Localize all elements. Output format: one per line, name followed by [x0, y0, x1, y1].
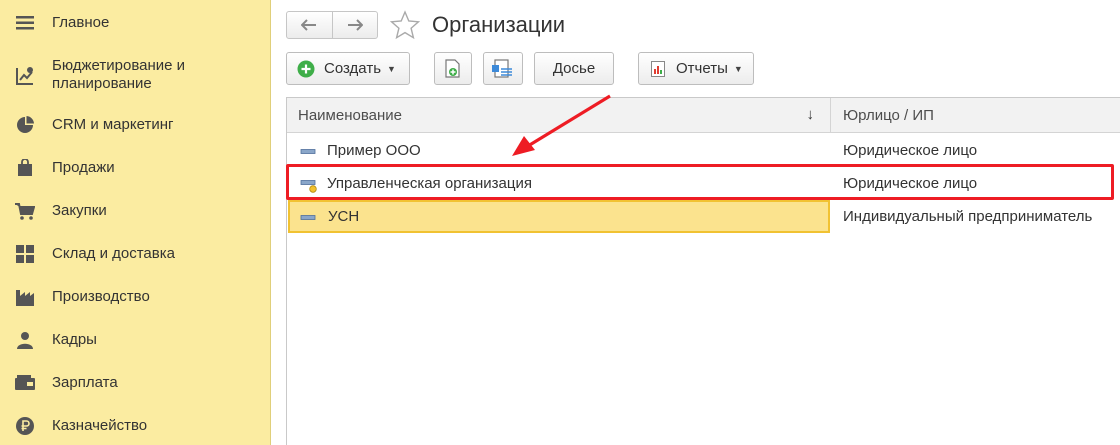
- sidebar-item-label: CRM и маркетинг: [52, 116, 174, 133]
- column-header-label: Юрлицо / ИП: [843, 107, 934, 124]
- report-icon: [651, 60, 665, 77]
- list-settings-button[interactable]: [483, 52, 523, 85]
- forward-button[interactable]: [331, 12, 377, 38]
- history-nav: [286, 11, 378, 39]
- sidebar-item-label: Бюджетирование и планирование: [52, 57, 186, 92]
- dropdown-caret-icon: ▼: [387, 63, 396, 74]
- menu-lines-icon: [15, 13, 35, 33]
- sidebar-item-payroll[interactable]: Зарплата: [0, 372, 270, 394]
- organizations-table: Наименование ↓ Юрлицо / ИП Пример ООО Юр…: [286, 97, 1120, 445]
- sidebar: Главное Бюджетирование и планирование CR…: [0, 0, 271, 445]
- plus-circle-icon: [297, 60, 315, 77]
- sidebar-item-sales[interactable]: Продажи: [0, 157, 270, 179]
- ruble-coin-icon: [15, 416, 35, 436]
- sidebar-item-main[interactable]: Главное: [0, 12, 270, 34]
- budget-chart-icon: [15, 66, 35, 86]
- cell-entity-type: Юридическое лицо: [843, 142, 978, 159]
- sort-down-icon: ↓: [806, 106, 815, 123]
- sidebar-item-label: Закупки: [52, 202, 107, 219]
- sidebar-item-purchases[interactable]: Закупки: [0, 200, 270, 222]
- create-button[interactable]: Создать ▼: [286, 52, 410, 85]
- arrow-left-icon: [301, 19, 317, 31]
- copy-document-icon: [445, 58, 460, 78]
- factory-icon: [15, 287, 35, 307]
- dropdown-caret-icon: ▼: [733, 63, 743, 74]
- wallet-icon: [15, 373, 35, 393]
- column-header-label: Наименование: [298, 107, 402, 124]
- cell-entity-type: Индивидуальный предприниматель: [843, 208, 1093, 225]
- arrow-right-icon: [347, 19, 363, 31]
- cell-name: Пример ООО: [327, 142, 421, 159]
- cell-name: Управленческая организация: [327, 175, 532, 192]
- copy-button[interactable]: [434, 52, 472, 85]
- table-row[interactable]: Управленческая организация Юридическое л…: [287, 167, 1120, 200]
- sidebar-item-label: Производство: [52, 288, 150, 305]
- shopping-bag-icon: [15, 158, 35, 178]
- table-header: Наименование ↓ Юрлицо / ИП: [287, 98, 1120, 133]
- sidebar-item-warehouse[interactable]: Склад и доставка: [0, 243, 270, 265]
- dossier-button[interactable]: Досье: [534, 52, 614, 85]
- pie-chart-icon: [15, 115, 35, 135]
- table-row[interactable]: Пример ООО Юридическое лицо: [287, 134, 1120, 167]
- reports-button[interactable]: Отчеты ▼: [638, 52, 754, 85]
- sidebar-item-label: Кадры: [52, 331, 97, 348]
- sidebar-item-label: Продажи: [52, 159, 115, 176]
- sidebar-item-production[interactable]: Производство: [0, 286, 270, 308]
- dossier-button-label: Досье: [552, 59, 596, 77]
- sidebar-item-label: Зарплата: [52, 374, 118, 391]
- sidebar-item-crm[interactable]: CRM и маркетинг: [0, 114, 270, 136]
- page-title: Организации: [432, 12, 566, 37]
- create-button-label: Создать: [324, 59, 382, 77]
- sidebar-item-label: Казначейство: [52, 417, 148, 434]
- document-list-icon: [492, 58, 512, 78]
- cell-entity-type: Юридическое лицо: [843, 175, 978, 192]
- reports-button-label: Отчеты: [676, 59, 728, 77]
- warehouse-icon: [15, 244, 35, 264]
- back-button[interactable]: [287, 12, 332, 38]
- sidebar-item-label: Склад и доставка: [52, 245, 175, 262]
- sidebar-item-budgeting[interactable]: Бюджетирование и планирование: [0, 57, 270, 95]
- sidebar-item-hr[interactable]: Кадры: [0, 329, 270, 351]
- main-area: Организации Создать ▼ Досье Отчеты ▼ Наи…: [272, 0, 1120, 445]
- column-header-name[interactable]: Наименование ↓: [287, 98, 831, 133]
- cart-icon: [15, 201, 35, 221]
- column-header-entity-type[interactable]: Юрлицо / ИП: [832, 98, 1120, 133]
- person-icon: [15, 330, 35, 350]
- cell-name: УСН: [288, 200, 830, 233]
- favorite-star-icon[interactable]: [389, 10, 421, 40]
- sidebar-item-label: Главное: [52, 14, 110, 31]
- sidebar-item-treasury[interactable]: Казначейство: [0, 415, 270, 437]
- org-dash-icon: [300, 215, 316, 220]
- table-row-selected[interactable]: УСН Индивидуальный предприниматель: [287, 200, 1120, 233]
